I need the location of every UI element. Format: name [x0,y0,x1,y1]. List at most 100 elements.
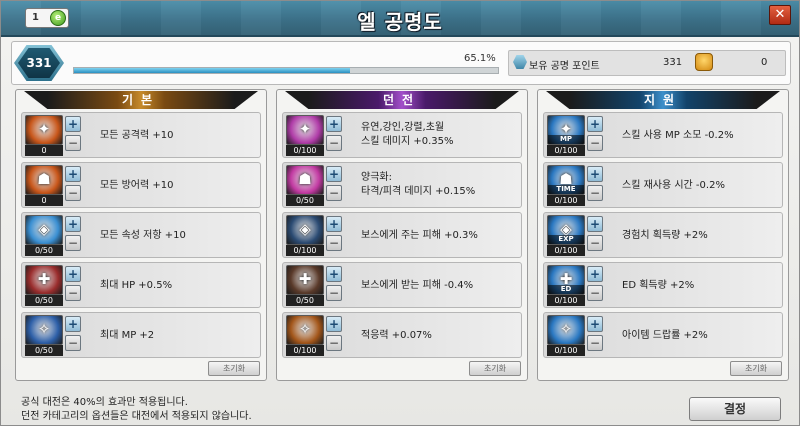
option-count: 0/50 [25,245,63,256]
attack-icon: ✦ [25,115,63,145]
increase-button[interactable]: + [326,216,342,232]
increase-button[interactable]: + [587,166,603,182]
drop-icon-glyph: ✧ [559,320,573,338]
resonance-option-row: ✧ 0/50 + − 최대 MP +2 [21,312,261,358]
option-label: 모든 속성 저항 +10 [100,230,186,241]
adapt-icon: ✧ [286,315,324,345]
lock-bag-icon [695,53,713,71]
option-label: 스킬 사용 MP 소모 -0.2% [622,130,734,141]
option-label: 모든 공격력 +10 [100,130,174,141]
decrease-button[interactable]: − [65,235,81,251]
drop-icon: ✧ [547,315,585,345]
hp-icon-glyph: ✚ [37,270,51,288]
decrease-button[interactable]: − [587,235,603,251]
decrease-button[interactable]: − [326,285,342,301]
boss-defense-icon: ✚ [286,265,324,295]
resonance-progress-bar [73,67,499,74]
resist-icon-glyph: ◈ [38,220,50,238]
reset-button[interactable]: 초기화 [208,361,260,376]
resonance-option-row: ◈ 0/100 + − 보스에게 주는 피해 +0.3% [282,212,522,258]
increase-button[interactable]: + [587,266,603,282]
cooldown-icon: ☗ TIME [547,165,585,195]
panel-sup: 지원 ✦ MP 0/100 + − 스킬 사용 MP 소모 -0.2% ☗ TIME 0/100 +… [537,89,789,381]
skill-damage-icon: ✦ [286,115,324,145]
resonance-option-row: ✚ 0/50 + − 최대 HP +0.5% [21,262,261,308]
option-label: 모든 방어력 +10 [100,180,174,191]
panel-title: 던전 [285,91,519,109]
resonance-percent: 65.1% [464,53,496,64]
increase-button[interactable]: + [65,166,81,182]
panel-dun: 던전 ✦ 0/100 + − 유연,강인,강렬,초월 스킬 데미지 +0.35% ☗ 0/50 +… [276,89,528,381]
option-label: 스킬 재사용 시간 -0.2% [622,180,725,191]
decrease-button[interactable]: − [65,285,81,301]
option-label-line2: 타격/피격 데미지 +0.15% [361,186,476,197]
dual-damage-icon: ☗ [286,165,324,195]
attack-icon-glyph: ✦ [37,120,51,138]
decrease-button[interactable]: − [326,185,342,201]
decrease-button[interactable]: − [65,335,81,351]
confirm-button[interactable]: 결정 [689,397,781,421]
option-count: 0/100 [547,345,585,356]
resonance-option-row: ✦ 0 + − 모든 공격력 +10 [21,112,261,158]
increase-button[interactable]: + [65,266,81,282]
resonance-option-row: ◈ 0/50 + − 모든 속성 저항 +10 [21,212,261,258]
option-label: 아이템 드랍률 +2% [622,330,708,341]
exp-icon: ◈ EXP [547,215,585,245]
mp-cost-icon: ✦ MP [547,115,585,145]
option-label: 적응력 +0.07% [361,330,432,341]
points-label: 보유 공명 포인트 [529,61,600,72]
icon-tag: ED [548,285,584,294]
option-count: 0/100 [547,245,585,256]
resonance-option-row: ✚ ED 0/100 + − ED 획득량 +2% [543,262,783,308]
panel-basic: 기본 ✦ 0 + − 모든 공격력 +10 ☗ 0 + − 모든 방어력 +10 ◈ 0/50 + − 모든 … [15,89,267,381]
decrease-button[interactable]: − [587,335,603,351]
option-count: 0/100 [286,345,324,356]
icon-tag: MP [548,135,584,144]
defense-icon-glyph: ☗ [37,170,51,188]
close-button[interactable]: ✕ [769,5,791,25]
panel-title: 기본 [24,91,258,109]
option-count: 0/50 [25,345,63,356]
option-label-line1: 유연,강인,강렬,초월 [361,122,445,133]
boss-attack-icon: ◈ [286,215,324,245]
decrease-button[interactable]: − [587,185,603,201]
increase-button[interactable]: + [587,216,603,232]
increase-button[interactable]: + [65,116,81,132]
ed-icon: ✚ ED [547,265,585,295]
resonance-option-row: ☗ 0 + − 모든 방어력 +10 [21,162,261,208]
option-label-line2: 스킬 데미지 +0.35% [361,136,454,147]
resonance-option-row: ☗ 0/50 + − 양극화: 타격/피격 데미지 +0.15% [282,162,522,208]
decrease-button[interactable]: − [326,235,342,251]
decrease-button[interactable]: − [587,135,603,151]
resonance-option-row: ✧ 0/100 + − 아이템 드랍률 +2% [543,312,783,358]
resonance-window: 1 e 엘 공명도 ✕ 331 65.1% 보유 공명 포인트 331 0 기본… [0,0,800,426]
resonance-option-row: ☗ TIME 0/100 + − 스킬 재사용 시간 -0.2% [543,162,783,208]
boss-defense-icon-glyph: ✚ [298,270,312,288]
option-count: 0/50 [286,195,324,206]
decrease-button[interactable]: − [326,335,342,351]
increase-button[interactable]: + [326,166,342,182]
increase-button[interactable]: + [65,316,81,332]
increase-button[interactable]: + [326,316,342,332]
option-count: 0 [25,195,63,206]
increase-button[interactable]: + [65,216,81,232]
reset-button[interactable]: 초기화 [469,361,521,376]
icon-tag: EXP [548,235,584,244]
increase-button[interactable]: + [326,116,342,132]
decrease-button[interactable]: − [326,135,342,151]
adapt-icon-glyph: ✧ [298,320,312,338]
decrease-button[interactable]: − [65,135,81,151]
decrease-button[interactable]: − [65,185,81,201]
mp-icon: ✧ [25,315,63,345]
footer-note-2: 던전 카테고리의 옵션들은 대전에서 적용되지 않습니다. [21,411,252,422]
decrease-button[interactable]: − [587,285,603,301]
option-label-line1: 양극화: [361,172,392,183]
resonance-option-row: ✦ MP 0/100 + − 스킬 사용 MP 소모 -0.2% [543,112,783,158]
reset-button[interactable]: 초기화 [730,361,782,376]
option-count: 0/100 [286,245,324,256]
option-label: 경험치 획득량 +2% [622,230,708,241]
increase-button[interactable]: + [326,266,342,282]
increase-button[interactable]: + [587,316,603,332]
other-value: 0 [761,57,768,68]
increase-button[interactable]: + [587,116,603,132]
